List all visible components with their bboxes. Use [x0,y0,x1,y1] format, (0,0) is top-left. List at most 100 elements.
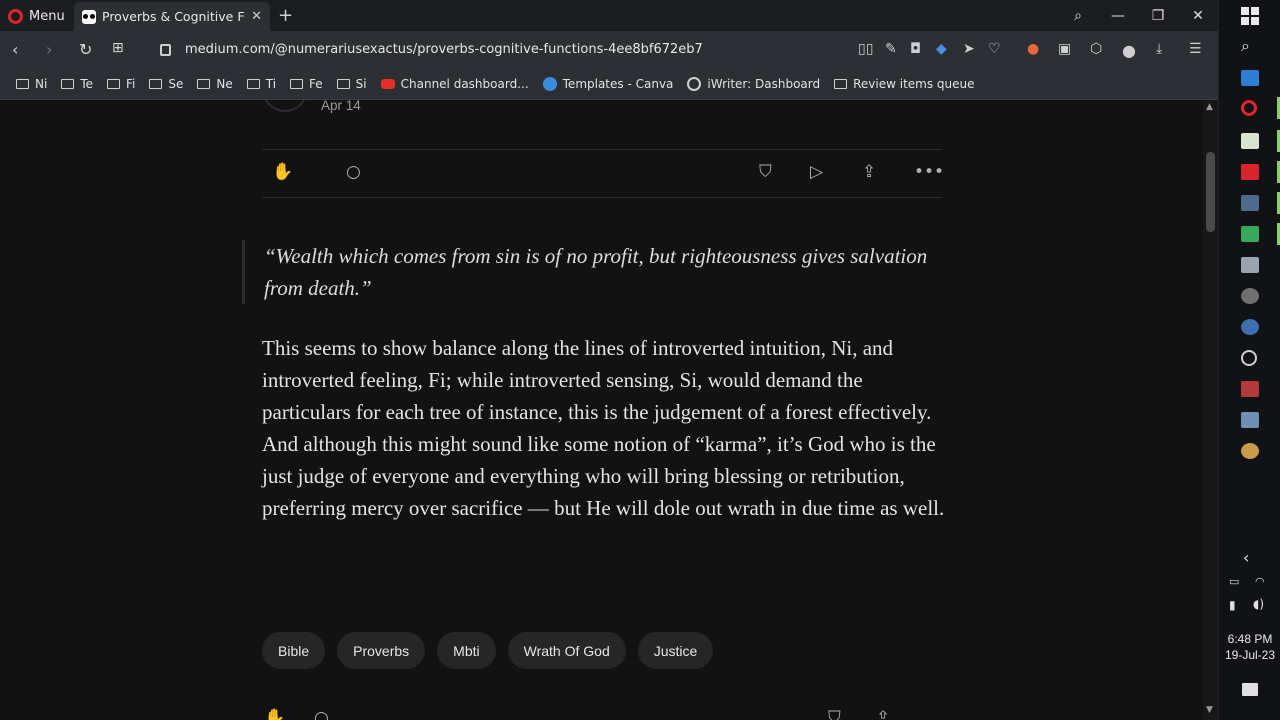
app-icon[interactable] [1241,350,1257,366]
tag-justice[interactable]: Justice [637,632,714,669]
listen-play-icon[interactable]: ▷ [810,162,823,182]
tag-bible[interactable]: Bible [262,632,326,669]
article-quote: “Wealth which comes from sin is of no pr… [242,240,942,304]
opera-menu-button[interactable]: Menu [8,5,65,27]
share-icon[interactable]: ⇪ [876,708,890,720]
bookmark-add-icon[interactable]: ⛉ [828,708,841,720]
app-icon[interactable] [1241,70,1259,86]
scroll-up-icon[interactable]: ▲ [1206,102,1213,112]
close-window-icon[interactable]: ✕ [1178,8,1218,24]
bookmark-review-queue[interactable]: Review items queue [834,77,975,91]
tag-mbti[interactable]: Mbti [437,632,496,669]
folder-icon [16,79,29,89]
back-icon[interactable]: ‹ [12,40,18,59]
more-options-icon[interactable]: ••• [914,162,944,182]
send-icon[interactable]: ➤ [963,41,975,57]
folder-icon [336,79,350,89]
extension-cube-icon[interactable]: ⬡ [1090,41,1102,57]
app-icon[interactable] [1241,195,1259,211]
battery-icon[interactable]: ▭ [1229,575,1239,588]
scroll-down-icon[interactable]: ▼ [1206,705,1213,715]
bookmark-folder[interactable]: Ne [197,77,233,91]
page-scrollbar[interactable]: ▲ ▼ [1203,100,1218,720]
url-text: medium.com/@numerariusexactus/proverbs-c… [185,42,703,57]
comment-icon[interactable]: ○ [346,162,361,182]
calculator-icon[interactable] [1241,257,1259,273]
url-field[interactable]: medium.com/@numerariusexactus/proverbs-c… [160,42,703,57]
scroll-thumb[interactable] [1206,152,1215,232]
app-icon[interactable] [1241,412,1259,428]
tab-title: Proverbs & Cognitive Functions [102,9,245,24]
bookmark-iwriter[interactable]: iWriter: Dashboard [687,77,820,91]
bookmark-label: Channel dashboard... [400,77,529,91]
minimize-icon[interactable]: — [1098,8,1138,24]
vpn-shield-icon[interactable]: ◆ [936,41,947,57]
bookmark-folder[interactable]: Te [61,77,93,91]
bookmark-label: Templates - Canva [562,77,674,91]
notifications-icon[interactable] [1242,683,1258,696]
author-avatar[interactable] [262,100,308,112]
post-date: Apr 14 [321,100,361,113]
restore-icon[interactable]: ❐ [1138,8,1178,24]
bookmark-folder[interactable]: Fi [107,77,135,91]
bookmark-add-icon[interactable]: ⛉ [759,162,772,182]
profile-avatar-icon[interactable]: ● [1122,41,1136,60]
bookmark-label: Review items queue [853,77,975,91]
edit-icon[interactable]: ✎ [885,41,897,57]
volume-icon[interactable]: ◖) [1253,597,1264,611]
wps-office-icon[interactable] [1241,164,1259,180]
forward-icon[interactable]: › [46,40,52,59]
wifi-icon[interactable]: ◠ [1255,575,1265,588]
app-icon[interactable] [1241,381,1259,397]
bookmarks-bar: Ni Te Fi Se Ne Ti Fe Si Channel dashboar… [0,69,1218,100]
download-icon[interactable]: ⤓ [1156,41,1162,57]
canva-icon [542,77,557,91]
spreadsheet-icon[interactable] [1241,226,1259,242]
search-icon[interactable]: ⌕ [1241,36,1250,56]
windows-start-icon[interactable] [1241,7,1259,25]
reader-mode-icon[interactable]: ▯▯ [858,41,873,57]
comment-icon[interactable]: ○ [314,708,329,720]
bookmark-folder[interactable]: Si [336,77,367,91]
clap-icon[interactable]: ✋ [272,162,293,182]
heart-icon[interactable]: ♡ [988,41,1001,57]
bookmark-folder[interactable]: Fe [290,77,323,91]
app-icon[interactable] [1241,443,1259,459]
reload-icon[interactable]: ↻ [79,40,92,59]
folder-icon [149,79,163,89]
folder-icon [61,79,75,89]
bookmark-label: Fe [309,77,323,91]
extension-brave-icon[interactable]: ● [1027,41,1039,57]
microphone-icon[interactable]: ▮ [1229,598,1236,612]
bookmark-label: iWriter: Dashboard [707,77,821,91]
app-icon[interactable] [1241,319,1259,335]
article-content: Apr 14 ✋ ○ ⛉ ▷ ⇪ ••• “Wealth which comes… [0,100,1203,720]
tag-proverbs[interactable]: Proverbs [337,632,426,669]
youtube-icon [380,79,395,89]
snapshot-icon[interactable]: ◘ [910,41,921,57]
system-clock[interactable]: 6:48 PM 19-Jul-23 [1219,631,1280,663]
extension-cart-icon[interactable]: ▣ [1058,41,1071,57]
notepad-icon[interactable] [1241,133,1259,149]
gimp-icon[interactable] [1241,288,1259,304]
clock-time: 6:48 PM [1227,632,1273,646]
search-tabs-icon[interactable]: ⌕ [1058,8,1098,24]
tab-close-icon[interactable]: ✕ [251,9,262,24]
new-tab-icon[interactable]: + [278,5,293,26]
share-icon[interactable]: ⇪ [862,162,876,182]
show-hidden-icons-icon[interactable]: ‹ [1243,548,1249,567]
easy-setup-icon[interactable]: ☰ [1189,41,1202,57]
bookmark-label: Ni [35,77,48,91]
tag-wrath-of-god[interactable]: Wrath Of God [507,632,626,669]
opera-browser-icon[interactable] [1241,100,1257,116]
bookmark-folder[interactable]: Ti [246,77,276,91]
bookmark-canva[interactable]: Templates - Canva [542,77,674,91]
tab-medium-article[interactable]: Proverbs & Cognitive Functions ✕ [74,2,270,31]
folder-icon [290,79,304,89]
bookmark-label: Se [168,77,184,91]
bookmark-folder[interactable]: Ni [16,77,47,91]
bookmark-folder[interactable]: Se [149,77,183,91]
clap-icon[interactable]: ✋ [264,708,285,720]
tab-grid-icon[interactable]: ⊞ [112,40,124,56]
bookmark-channel-dashboard[interactable]: Channel dashboard... [380,77,529,91]
